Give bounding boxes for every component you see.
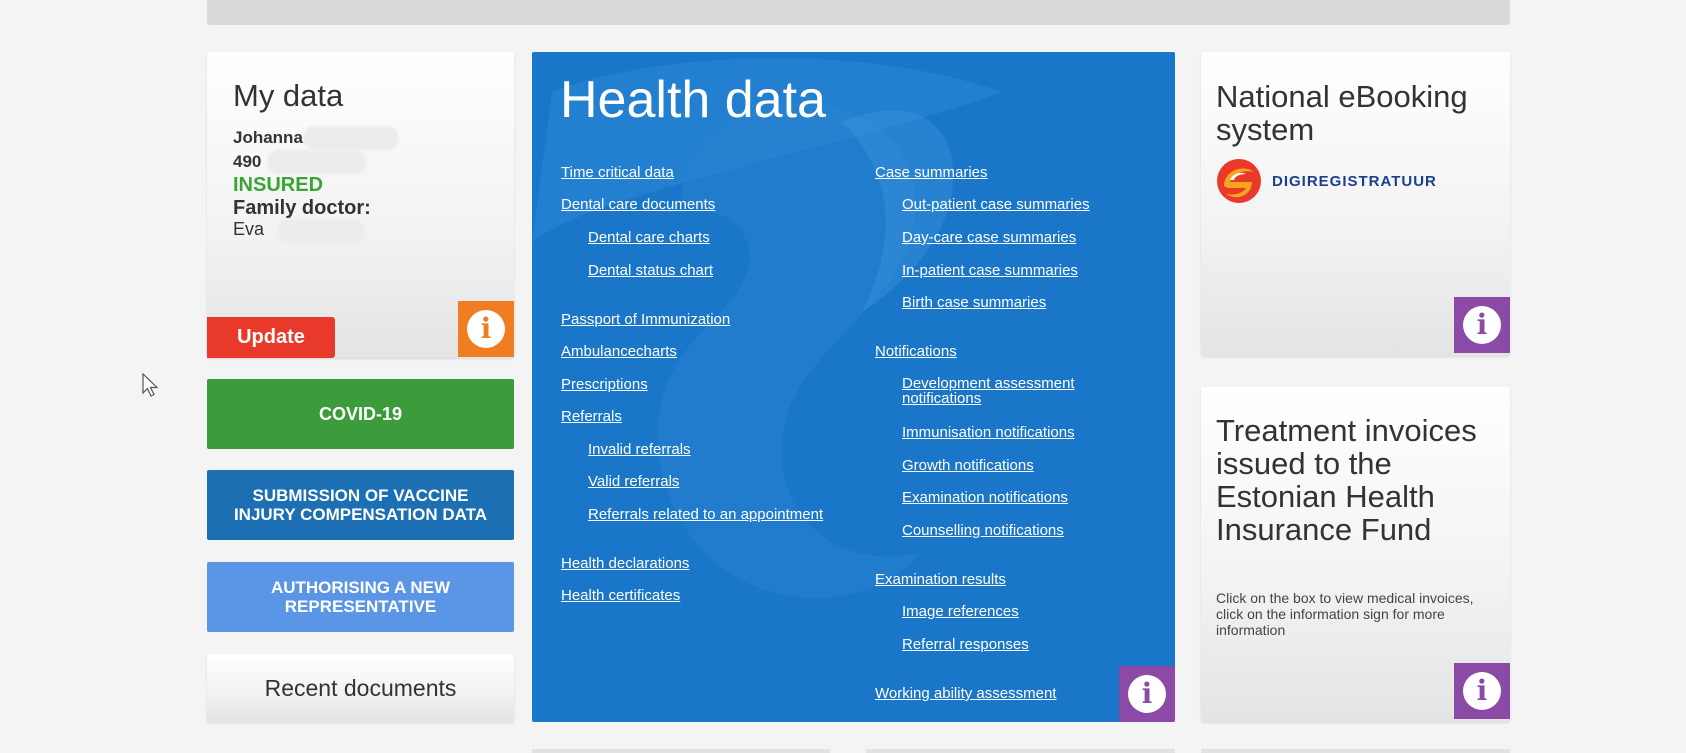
link-invalid-referrals[interactable]: Invalid referrals	[588, 441, 691, 458]
treatment-invoices-panel[interactable]: Treatment invoices issued to the Estonia…	[1201, 387, 1510, 722]
link-valid-referrals[interactable]: Valid referrals	[588, 473, 679, 490]
health-data-title: Health data	[560, 71, 826, 129]
covid-19-button[interactable]: COVID-19	[207, 379, 514, 449]
vaccine-injury-compensation-button[interactable]: SUBMISSION OF VACCINE INJURY COMPENSATIO…	[207, 470, 514, 540]
info-icon: i	[1128, 675, 1166, 713]
link-dental-status-chart[interactable]: Dental status chart	[588, 262, 713, 279]
link-development-assessment-notifications[interactable]: Development assessment notifications	[902, 376, 1102, 406]
link-counselling-notifications[interactable]: Counselling notifications	[902, 522, 1064, 539]
update-button[interactable]: Update	[207, 317, 335, 358]
link-case-summaries[interactable]: Case summaries	[875, 164, 988, 181]
ebooking-panel[interactable]: National eBooking system DIGIREGISTRATUU…	[1201, 52, 1510, 356]
link-dental-care-charts[interactable]: Dental care charts	[588, 229, 710, 246]
link-health-certificates[interactable]: Health certificates	[561, 587, 680, 604]
link-health-declarations[interactable]: Health declarations	[561, 555, 689, 572]
info-icon: i	[1463, 306, 1501, 344]
bottom-panel-edge	[1201, 749, 1510, 753]
ebooking-title: National eBooking system	[1216, 79, 1468, 147]
mouse-pointer-icon	[142, 373, 159, 397]
treatment-invoices-title: Treatment invoices issued to the Estonia…	[1216, 413, 1477, 547]
family-doctor-name: Eva	[233, 219, 265, 239]
redacted-id	[267, 150, 367, 174]
link-referrals-related-to-appointment[interactable]: Referrals related to an appointment	[588, 506, 823, 523]
link-out-patient-case-summaries[interactable]: Out-patient case summaries	[902, 196, 1090, 213]
link-ambulancecharts[interactable]: Ambulancecharts	[561, 343, 677, 360]
link-prescriptions[interactable]: Prescriptions	[561, 376, 648, 393]
patient-name: Johanna	[233, 128, 303, 147]
redacted-name	[303, 126, 399, 150]
my-data-info-button[interactable]: i	[458, 301, 514, 357]
link-birth-case-summaries[interactable]: Birth case summaries	[902, 294, 1046, 311]
health-data-info-button[interactable]: i	[1119, 666, 1175, 722]
ebooking-info-button[interactable]: i	[1454, 297, 1510, 353]
link-referral-responses[interactable]: Referral responses	[902, 636, 1029, 653]
treatment-invoices-description: Click on the box to view medical invoice…	[1216, 590, 1474, 638]
link-image-references[interactable]: Image references	[902, 603, 1019, 620]
my-data-panel[interactable]: My data Johanna 490 INSURED Family docto…	[207, 52, 514, 358]
link-dental-care-documents[interactable]: Dental care documents	[561, 196, 715, 213]
bottom-panel-edge	[866, 749, 1175, 753]
bottom-panel-edge	[532, 749, 830, 753]
treatment-invoices-info-button[interactable]: i	[1454, 663, 1510, 719]
family-doctor-label: Family doctor:	[233, 197, 371, 219]
info-icon: i	[467, 310, 505, 348]
digiregistratuur-logo[interactable]: DIGIREGISTRATUUR	[1216, 158, 1437, 204]
info-icon: i	[1463, 672, 1501, 710]
link-immunisation-notifications[interactable]: Immunisation notifications	[902, 424, 1075, 441]
authorising-representative-button[interactable]: AUTHORISING A NEW REPRESENTATIVE	[207, 562, 514, 632]
link-notifications[interactable]: Notifications	[875, 343, 957, 360]
insurance-status: INSURED	[233, 174, 324, 196]
link-working-ability-assessment[interactable]: Working ability assessment	[875, 685, 1056, 702]
link-examination-results[interactable]: Examination results	[875, 571, 1006, 588]
my-data-title: My data	[233, 78, 344, 113]
link-passport-of-immunization[interactable]: Passport of Immunization	[561, 311, 730, 328]
link-time-critical-data[interactable]: Time critical data	[561, 164, 674, 181]
link-growth-notifications[interactable]: Growth notifications	[902, 457, 1034, 474]
digiregistratuur-logo-icon	[1217, 159, 1261, 203]
health-data-panel[interactable]: Health data Time critical data Dental ca…	[532, 52, 1175, 722]
redacted-doctor	[277, 219, 365, 243]
link-examination-notifications[interactable]: Examination notifications	[902, 489, 1068, 506]
recent-documents-button[interactable]: Recent documents	[207, 654, 514, 722]
digiregistratuur-logo-text: DIGIREGISTRATUUR	[1272, 172, 1437, 190]
link-referrals[interactable]: Referrals	[561, 408, 622, 425]
link-in-patient-case-summaries[interactable]: In-patient case summaries	[902, 262, 1078, 279]
top-bar	[207, 0, 1510, 25]
patient-id: 490	[233, 152, 262, 171]
link-day-care-case-summaries[interactable]: Day-care case summaries	[902, 229, 1076, 246]
